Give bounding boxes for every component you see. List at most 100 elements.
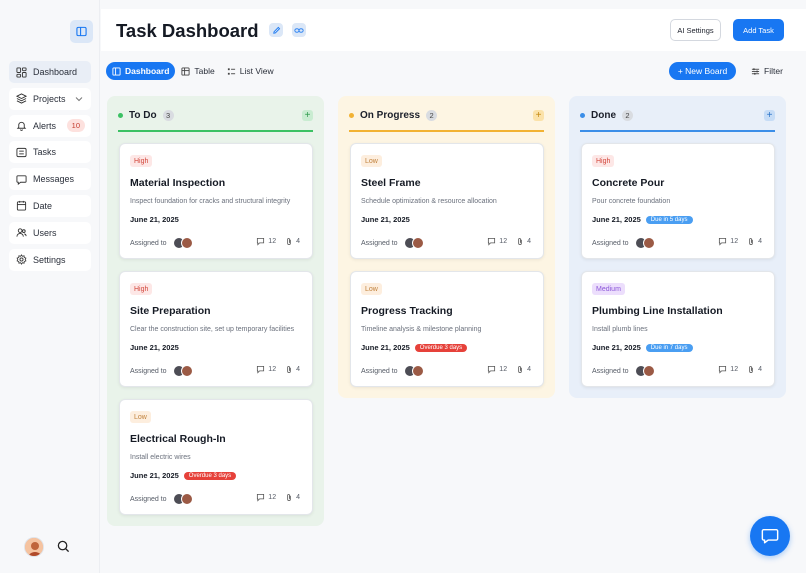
chevron-down-icon[interactable]: [75, 95, 83, 103]
task-count-badge: 3: [162, 109, 174, 121]
card-title: Concrete Pour: [592, 177, 665, 189]
sidebar-nav: Dashboard Projects Alerts 10 Tasks Messa…: [9, 61, 91, 275]
priority-badge: High: [592, 155, 615, 167]
paperclip-icon: [516, 365, 524, 374]
page-title: Task Dashboard: [116, 20, 259, 41]
avatar-group[interactable]: [634, 237, 655, 249]
users-icon: [15, 227, 27, 239]
avatar: [642, 237, 655, 249]
tab-table[interactable]: Table: [175, 62, 220, 80]
new-board-button[interactable]: + New Board: [669, 62, 736, 80]
card-date: June 21, 2025: [361, 215, 410, 224]
card-meta: 12 4: [487, 365, 531, 374]
comment-icon: [256, 365, 265, 374]
task-card[interactable]: High Material Inspection Inspect foundat…: [119, 143, 313, 259]
column-divider: [118, 130, 313, 132]
sidebar-item-users[interactable]: Users: [9, 221, 91, 244]
paperclip-icon: [747, 365, 755, 374]
add-card-button[interactable]: +: [764, 109, 775, 121]
sidebar-item-label: Date: [33, 200, 53, 211]
date-text: June 21, 2025: [130, 215, 179, 224]
card-description: Pour concrete foundation: [592, 198, 671, 205]
task-card[interactable]: Low Progress Tracking Timeline analysis …: [350, 271, 544, 387]
ai-settings-button[interactable]: AI Settings: [670, 19, 721, 41]
date-text: June 21, 2025: [592, 343, 641, 352]
sidebar-item-dashboard[interactable]: Dashboard: [9, 61, 91, 83]
assigned-label: Assigned to: [592, 239, 629, 247]
sidebar-item-alerts[interactable]: Alerts 10: [9, 114, 91, 137]
avatar-group[interactable]: [172, 237, 193, 249]
search-icon[interactable]: [55, 538, 71, 554]
card-meta: 12 4: [256, 237, 300, 246]
attachment-count: 4: [296, 494, 300, 501]
card-date: June 21, 2025 Overdue 3 days: [361, 343, 468, 352]
grid-icon: [15, 66, 27, 78]
paperclip-icon: [747, 237, 755, 246]
comment-count: 12: [268, 494, 277, 501]
task-card[interactable]: High Concrete Pour Pour concrete foundat…: [581, 143, 775, 259]
sidebar-item-label: Alerts: [33, 120, 57, 131]
column-header: On Progress 2 +: [349, 108, 544, 122]
column-done: Done 2 + High Concrete Pour Pour concret…: [569, 96, 786, 398]
comment-icon: [256, 237, 265, 246]
share-link-button[interactable]: [292, 23, 306, 37]
column-title: On Progress: [360, 109, 421, 121]
sidebar-item-date[interactable]: Date: [9, 194, 91, 217]
assigned-label: Assigned to: [130, 495, 167, 503]
card-description: Clear the construction site, set up temp…: [130, 326, 295, 333]
card-meta: 12 4: [256, 365, 300, 374]
card-meta: 12 4: [718, 237, 762, 246]
comment-count: 12: [268, 238, 277, 245]
column-header: To Do 3 +: [118, 108, 313, 122]
card-description: Install electric wires: [130, 454, 191, 461]
chat-bubble-icon: [761, 528, 779, 544]
page-header: Task Dashboard AI Settings Add Task: [101, 9, 806, 51]
tab-list-view[interactable]: List View: [221, 62, 280, 80]
avatar: [180, 237, 193, 249]
tab-dashboard[interactable]: Dashboard: [106, 62, 176, 80]
chat-icon: [15, 173, 27, 185]
assigned-label: Assigned to: [130, 367, 167, 375]
panel-icon: [112, 66, 121, 76]
sidebar-item-label: Messages: [33, 174, 75, 185]
card-description: Inspect foundation for cracks and struct…: [130, 198, 291, 205]
paperclip-icon: [285, 237, 293, 246]
task-card[interactable]: Low Steel Frame Schedule optimization & …: [350, 143, 544, 259]
card-title: Site Preparation: [130, 305, 211, 317]
column-title: Done: [591, 109, 616, 121]
pencil-icon: [272, 26, 280, 34]
paperclip-icon: [285, 365, 293, 374]
avatar-group[interactable]: [172, 493, 193, 505]
card-date: June 21, 2025: [130, 215, 179, 224]
avatar-group[interactable]: [172, 365, 193, 377]
sidebar-item-projects[interactable]: Projects: [9, 87, 91, 110]
avatar-group[interactable]: [634, 365, 655, 377]
table-icon: [181, 66, 190, 76]
attachment-count: 4: [758, 366, 762, 373]
due-badge: Due in 7 days: [645, 343, 693, 352]
task-card[interactable]: Medium Plumbing Line Installation Instal…: [581, 271, 775, 387]
task-card[interactable]: Low Electrical Rough-In Install electric…: [119, 399, 313, 515]
add-task-button[interactable]: Add Task: [733, 19, 784, 41]
layers-icon: [15, 93, 27, 105]
assignees: Assigned to: [130, 237, 193, 249]
avatar-group[interactable]: [403, 365, 424, 377]
filter-button[interactable]: Filter: [744, 62, 790, 80]
sidebar-toggle-button[interactable]: [70, 20, 93, 43]
sidebar-item-settings[interactable]: Settings: [9, 248, 91, 271]
filter-label: Filter: [764, 66, 783, 76]
avatar-group[interactable]: [403, 237, 424, 249]
task-card[interactable]: High Site Preparation Clear the construc…: [119, 271, 313, 387]
priority-badge: Low: [130, 411, 151, 423]
sidebar-item-tasks[interactable]: Tasks: [9, 141, 91, 164]
tab-label: Table: [194, 66, 215, 76]
chat-support-button[interactable]: [750, 516, 790, 556]
add-card-button[interactable]: +: [533, 109, 544, 121]
card-title: Material Inspection: [130, 177, 226, 189]
card-date: June 21, 2025 Overdue 3 days: [130, 471, 237, 480]
paperclip-icon: [285, 493, 293, 502]
user-avatar[interactable]: [24, 537, 44, 557]
edit-button[interactable]: [269, 23, 283, 37]
sidebar-item-messages[interactable]: Messages: [9, 168, 91, 191]
add-card-button[interactable]: +: [302, 109, 313, 121]
